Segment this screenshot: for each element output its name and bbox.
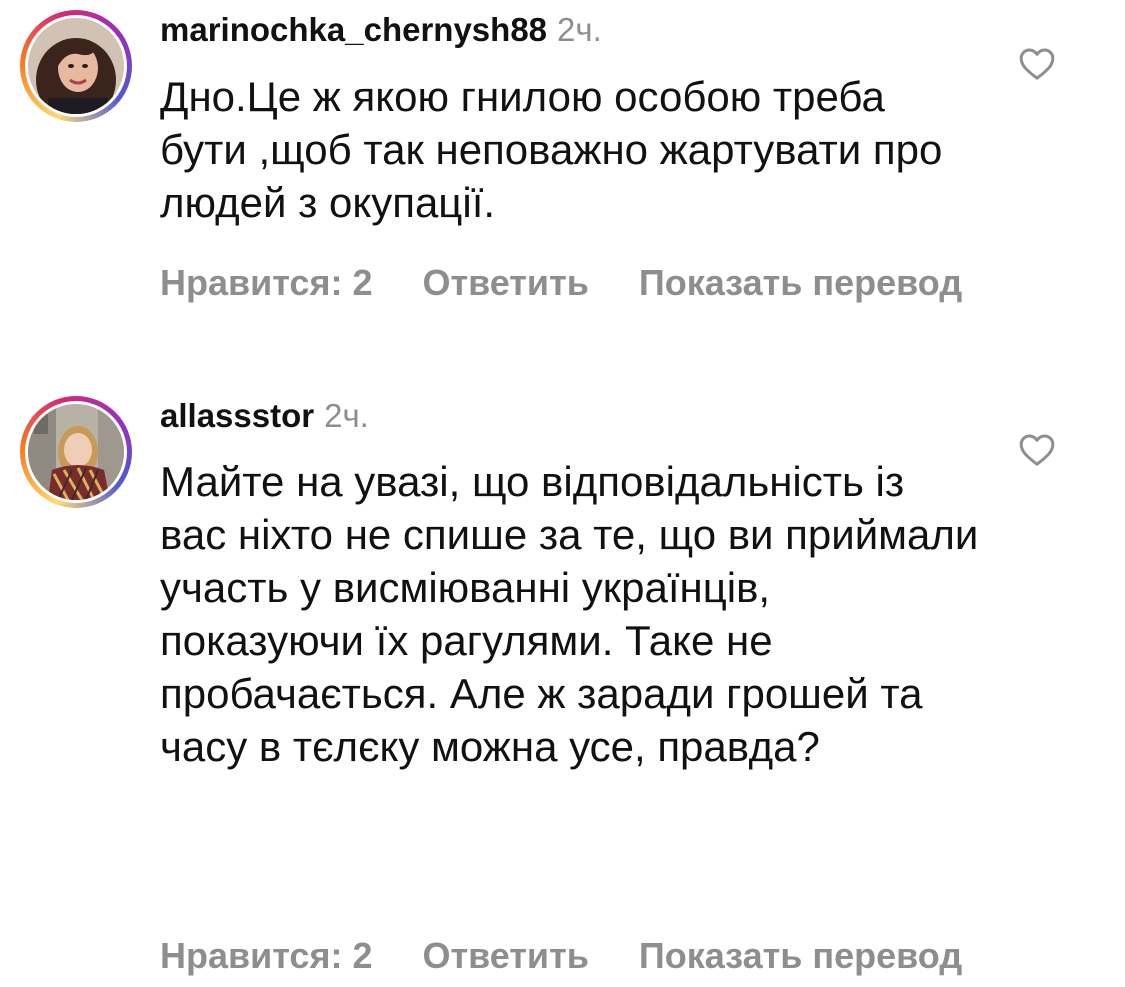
avatar-story-ring[interactable] [20,396,132,508]
likes-count-button[interactable]: Нравится: 2 [160,262,372,304]
timestamp[interactable]: 2ч. [557,11,602,48]
heart-outline-icon[interactable] [1017,44,1057,84]
username-link[interactable]: marinochka_chernysh88 [160,11,547,48]
user-avatar-icon [28,18,124,114]
avatar[interactable] [28,18,124,114]
comment-text: Майте на увазі, що відповідальність із в… [160,458,979,770]
comment-item: marinochka_chernysh88 2ч. Дно.Це ж якою г… [0,0,1125,330]
avatar-story-ring[interactable] [20,10,132,122]
heart-outline-icon[interactable] [1017,430,1057,470]
comment-text: Дно.Це ж якою гнилою особою треба бути ,… [160,73,943,226]
reply-button[interactable]: Ответить [422,262,588,304]
comment-item: allassstor 2ч. Майте на увазі, що відпові… [0,380,1125,987]
comment-actions: Нравится: 2 Ответить Показать перевод [160,935,962,977]
comment-header: marinochka_chernysh88 2ч. [160,10,602,50]
user-avatar-icon [28,404,124,500]
show-translation-button[interactable]: Показать перевод [639,935,962,977]
comment-actions: Нравится: 2 Ответить Показать перевод [160,262,962,304]
show-translation-button[interactable]: Показать перевод [639,262,962,304]
timestamp[interactable]: 2ч. [324,397,369,434]
likes-count-button[interactable]: Нравится: 2 [160,935,372,977]
avatar[interactable] [28,404,124,500]
reply-button[interactable]: Ответить [422,935,588,977]
username-link[interactable]: allassstor [160,397,314,434]
comment-header: allassstor 2ч. [160,396,369,436]
